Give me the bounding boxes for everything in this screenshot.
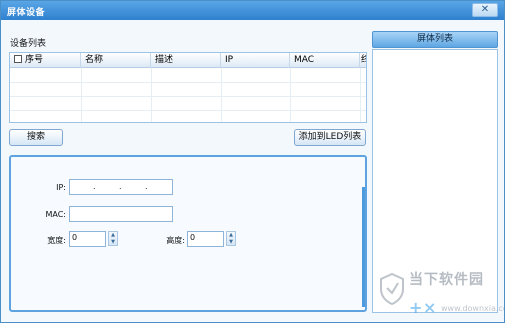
column-header-index[interactable]: 序号 — [10, 53, 81, 68]
close-icon: ✕ — [480, 4, 490, 15]
column-divider — [360, 68, 361, 122]
ip-dot-separator: . — [145, 182, 148, 191]
cross-icon: × — [423, 298, 437, 317]
mac-address-field[interactable] — [69, 206, 173, 222]
ip-dot-separator: . — [119, 182, 122, 191]
column-header-mac[interactable]: MAC — [290, 53, 360, 68]
ip-address-field[interactable]: . . . — [69, 179, 173, 195]
table-row — [10, 96, 366, 97]
table-row — [10, 82, 366, 83]
ip-label: IP: — [56, 183, 66, 192]
screen-device-window: 屏体设备 ✕ 设备列表 序号 名称 描述 IP MAC 终 搜索 添加到LED列… — [0, 0, 505, 323]
column-divider — [151, 68, 152, 122]
column-header-description[interactable]: 描述 — [151, 53, 221, 68]
window-title: 屏体设备 — [7, 8, 46, 18]
mac-label: MAC: — [45, 210, 66, 219]
search-button[interactable]: 搜索 — [9, 129, 63, 146]
spin-down-icon[interactable]: ▼ — [227, 239, 235, 245]
table-row — [10, 110, 366, 111]
add-to-led-list-button[interactable]: 添加到LED列表 — [294, 129, 366, 146]
height-label: 高度: — [166, 236, 185, 245]
column-header-terminal[interactable]: 终 — [360, 53, 366, 68]
height-input[interactable]: 0 — [187, 231, 224, 247]
panel-scrollbar[interactable] — [362, 187, 365, 307]
column-header-ip[interactable]: IP — [221, 53, 290, 68]
select-all-checkbox[interactable] — [14, 54, 22, 63]
shield-logo-icon — [380, 273, 404, 305]
spin-up-icon[interactable]: ▲ — [227, 232, 235, 238]
close-button[interactable]: ✕ — [472, 3, 498, 17]
plus-icon: + — [409, 298, 423, 317]
width-input[interactable]: 0 — [69, 231, 106, 247]
watermark-url: www.downxia.com — [441, 304, 504, 313]
height-spinner[interactable]: ▲ ▼ — [226, 231, 236, 246]
title-bar[interactable]: 屏体设备 ✕ — [1, 1, 504, 20]
spin-down-icon[interactable]: ▼ — [109, 239, 117, 245]
screen-list-header[interactable]: 屏体列表 — [372, 31, 498, 48]
column-divider — [290, 68, 291, 122]
device-table-header: 序号 名称 描述 IP MAC 终 — [10, 53, 366, 68]
column-header-name[interactable]: 名称 — [81, 53, 151, 68]
device-properties-panel: IP: . . . MAC: 宽度: 0 ▲ ▼ 高度: 0 ▲ ▼ — [9, 155, 367, 312]
watermark-title: 当下软件园 — [409, 272, 484, 288]
spin-up-icon[interactable]: ▲ — [109, 232, 117, 238]
device-list-label: 设备列表 — [10, 39, 47, 49]
column-divider — [81, 68, 82, 122]
watermark: 当下软件园 + × www.downxia.com — [379, 269, 504, 317]
width-label: 宽度: — [47, 236, 66, 245]
device-list-table[interactable]: 序号 名称 描述 IP MAC 终 — [9, 52, 367, 123]
ip-dot-separator: . — [93, 182, 96, 191]
width-spinner[interactable]: ▲ ▼ — [108, 231, 118, 246]
column-divider — [221, 68, 222, 122]
